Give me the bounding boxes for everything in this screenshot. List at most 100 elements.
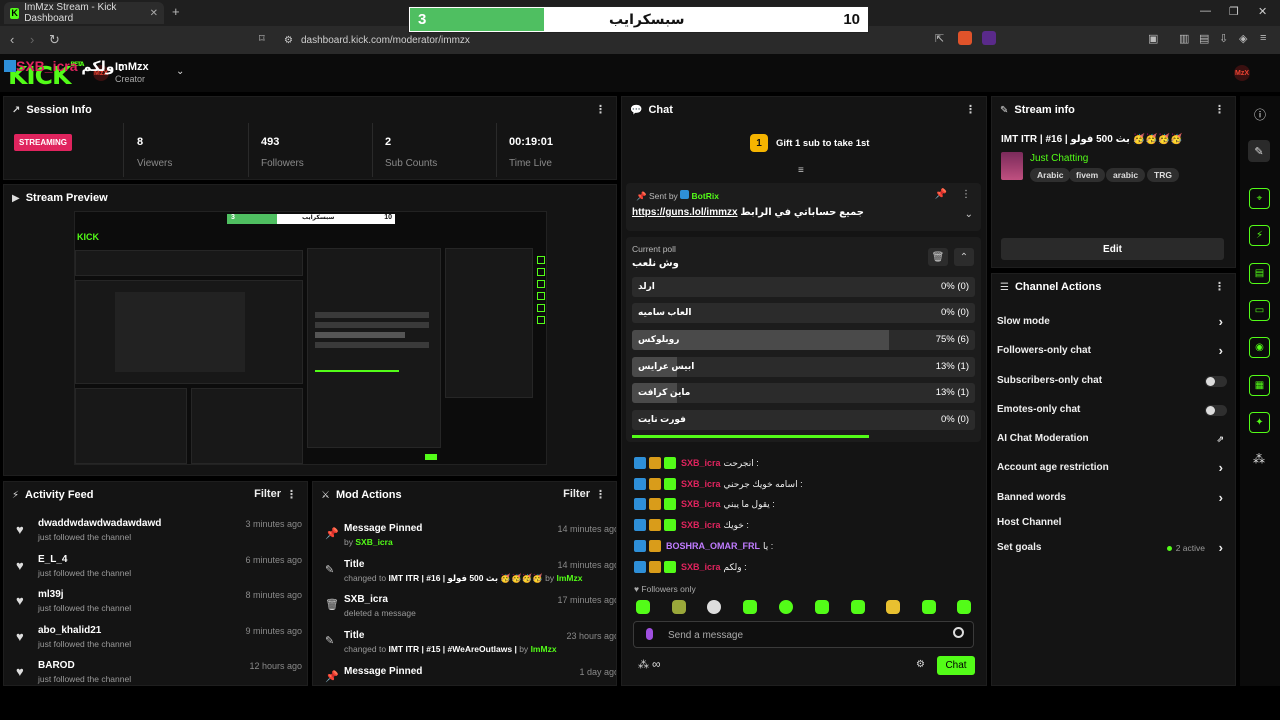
emote-icon[interactable] <box>957 600 971 614</box>
new-tab-icon[interactable]: + <box>172 4 180 19</box>
more-icon[interactable]: ⋮ <box>595 488 606 501</box>
chevron-down-icon[interactable]: ⌄ <box>965 209 973 220</box>
pencil-icon[interactable]: ✎ <box>1248 140 1270 162</box>
banned-words-action[interactable]: Banned words › <box>997 490 1227 510</box>
stream-title: IMT ITR | #16 | بث 500 فولو 🥳🥳🥳🥳 <box>1001 134 1183 145</box>
chevron-right-icon: › <box>1218 460 1223 475</box>
overlay-poll-fill <box>410 8 544 31</box>
emote-icon[interactable] <box>886 600 900 614</box>
more-icon[interactable]: ⋮ <box>286 488 297 501</box>
chat-message: SXB_icra خويك : <box>634 517 749 533</box>
emote-icon[interactable] <box>743 600 757 614</box>
emote-icon[interactable] <box>922 600 936 614</box>
brave-shields-icon[interactable] <box>958 31 972 45</box>
ai-moderation-action[interactable]: AI Chat Moderation ⇗ <box>997 433 1227 451</box>
more-icon[interactable]: ⋮ <box>961 189 971 200</box>
emote-icon[interactable] <box>851 600 865 614</box>
screenshot-icon[interactable]: ▣ <box>1148 32 1158 45</box>
pin-icon: 📌 <box>325 671 339 683</box>
vpn-icon[interactable]: ◈ <box>1239 32 1247 45</box>
group-icon[interactable]: ⁂ <box>638 658 649 671</box>
host-channel-action[interactable]: Host Channel <box>997 517 1227 535</box>
emote-icon[interactable] <box>815 600 829 614</box>
poll-question: وش نلعب <box>632 258 679 269</box>
activity-item: ♥ E_L_4 just followed the channel 6 minute… <box>16 554 302 578</box>
menu-icon[interactable]: ≡ <box>1260 32 1266 44</box>
edit-stream-info-button[interactable]: Edit <box>1001 238 1224 260</box>
wallet-icon[interactable]: ▤ <box>1199 32 1209 45</box>
minimize-icon[interactable]: — <box>1200 5 1211 17</box>
stream-tag[interactable]: fivem <box>1069 168 1106 182</box>
sidebar-toggle-icon[interactable]: ▥ <box>1179 32 1189 45</box>
broadcast-icon[interactable]: ◉ <box>1249 337 1270 358</box>
user-edit-icon: ✎ <box>325 564 335 576</box>
delete-poll-icon[interactable]: 🗑 <box>928 248 948 266</box>
stream-tag[interactable]: arabic <box>1106 168 1146 182</box>
emote-icon[interactable] <box>707 600 721 614</box>
share-icon[interactable]: ⇱ <box>935 32 944 45</box>
wrench-icon[interactable]: ✦ <box>1249 412 1270 433</box>
chat-icon: 💬 <box>630 104 643 116</box>
url-field[interactable]: ⚙ dashboard.kick.com/moderator/immzx <box>284 30 956 50</box>
more-icon[interactable]: ⋮ <box>1214 280 1225 293</box>
more-icon[interactable]: ⋮ <box>1214 103 1225 116</box>
mod-filter-button[interactable]: Filter <box>563 488 590 500</box>
reload-icon[interactable]: ↻ <box>49 32 60 48</box>
apps-icon[interactable]: ⁂ <box>1253 452 1265 466</box>
chevron-down-icon[interactable]: ⌄ <box>176 66 184 77</box>
heart-icon: ♥ <box>16 522 24 537</box>
emote-icon[interactable] <box>779 600 793 614</box>
toggle-switch[interactable] <box>1205 405 1227 416</box>
forward-icon[interactable]: › <box>30 32 34 47</box>
emotes-only-action[interactable]: Emotes-only chat <box>997 404 1227 422</box>
more-icon[interactable]: ⋮ <box>965 103 976 116</box>
site-info-icon[interactable]: ⚙ <box>284 35 293 46</box>
mic-icon[interactable] <box>646 628 653 640</box>
gift-leaderboard[interactable]: 1 Gift 1 sub to take 1st <box>750 134 869 152</box>
stream-category[interactable]: Just Chatting <box>1030 153 1088 164</box>
sliders-icon: ☰ <box>1000 281 1009 293</box>
mod-action-item: ✎ Title changed to IMT ITR | #15 | #WeAr… <box>325 630 617 654</box>
stream-tag[interactable]: TRG <box>1147 168 1179 182</box>
activity-filter-button[interactable]: Filter <box>254 488 281 500</box>
chat-bubble-icon[interactable]: ▭ <box>1249 300 1270 321</box>
profile-avatar[interactable]: MzX <box>1234 65 1250 81</box>
document-icon[interactable]: ▤ <box>1249 263 1270 284</box>
mod-action-item: 🗑 SXB_icra deleted a message 17 minutes … <box>325 594 617 618</box>
stream-tag[interactable]: Arabic <box>1030 168 1071 182</box>
send-chat-button[interactable]: Chat <box>937 656 975 675</box>
more-icon[interactable]: ⋮ <box>595 103 606 116</box>
downloads-icon[interactable]: ⇩ <box>1219 32 1228 45</box>
maximize-icon[interactable]: ❐ <box>1229 5 1239 18</box>
subscribers-only-action[interactable]: Subscribers-only chat <box>997 375 1227 393</box>
chevron-up-icon[interactable]: ⌃ <box>954 248 974 266</box>
followers-only-action[interactable]: Followers-only chat › <box>997 343 1227 363</box>
bookmark-icon[interactable]: ⌑ <box>259 32 265 45</box>
toggle-switch[interactable] <box>1205 376 1227 387</box>
account-age-action[interactable]: Account age restriction › <box>997 460 1227 480</box>
stream-preview-video[interactable]: 3 سبسكرايب 10 KICK <box>74 211 547 465</box>
lightning-icon[interactable]: ⚡ <box>1249 225 1270 246</box>
layout-icon[interactable]: ▦ <box>1249 375 1270 396</box>
poll-option: فورت نايت 0% (0) <box>632 410 975 430</box>
window-close-icon[interactable]: ✕ <box>1258 5 1267 18</box>
tab-close-icon[interactable]: ✕ <box>150 8 158 19</box>
collapse-icon[interactable]: ≡ <box>798 165 804 176</box>
stream-preview-header: ▶ Stream Preview <box>12 192 108 204</box>
poll-option: ابيس عرايس 13% (1) <box>632 357 975 377</box>
chat-input[interactable] <box>668 626 948 644</box>
unpin-icon[interactable]: 📌 <box>935 189 947 200</box>
back-icon[interactable]: ‹ <box>10 32 14 47</box>
settings-gear-icon[interactable]: ⚙ <box>916 659 925 670</box>
slow-mode-action[interactable]: Slow mode › <box>997 314 1227 334</box>
info-icon[interactable]: ⓘ <box>1254 106 1266 123</box>
emote-icon[interactable] <box>636 600 650 614</box>
brave-rewards-icon[interactable] <box>982 31 996 45</box>
infinity-icon[interactable]: ∞ <box>652 657 661 671</box>
pinned-link[interactable]: https://guns.lol/immzx <box>632 207 738 218</box>
scan-icon[interactable]: ⌖ <box>1249 188 1270 209</box>
emoji-icon[interactable] <box>953 627 964 638</box>
emote-icon[interactable] <box>672 600 686 614</box>
browser-tab[interactable]: K ImMzx Stream - Kick Dashboard ✕ <box>4 2 164 24</box>
set-goals-action[interactable]: Set goals 2 active › <box>997 540 1227 560</box>
